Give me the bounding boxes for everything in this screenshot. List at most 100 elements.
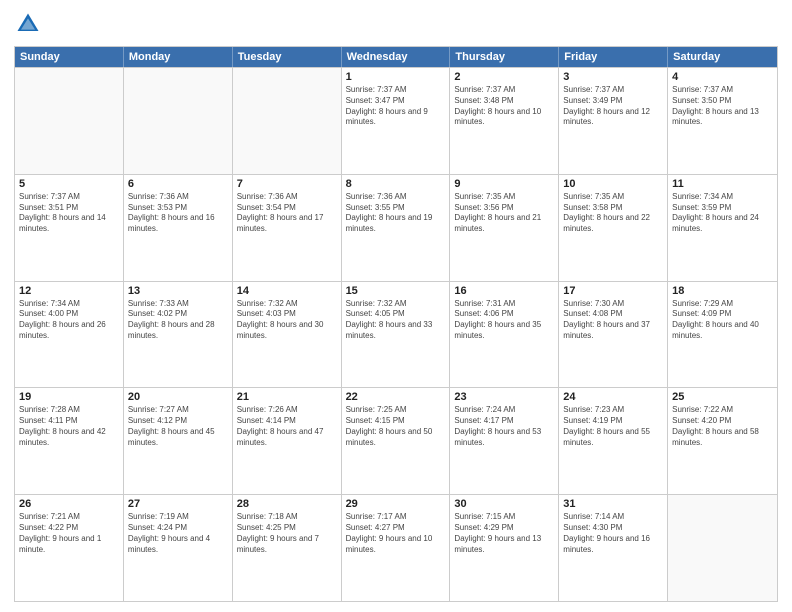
day-number: 13 xyxy=(128,285,228,297)
day-info: Sunrise: 7:32 AM Sunset: 4:05 PM Dayligh… xyxy=(346,299,446,342)
day-info: Sunrise: 7:15 AM Sunset: 4:29 PM Dayligh… xyxy=(454,512,554,555)
header-cell-monday: Monday xyxy=(124,47,233,67)
page: SundayMondayTuesdayWednesdayThursdayFrid… xyxy=(0,0,792,612)
header-cell-saturday: Saturday xyxy=(668,47,777,67)
empty-cell xyxy=(124,68,233,174)
day-cell-12: 12Sunrise: 7:34 AM Sunset: 4:00 PM Dayli… xyxy=(15,282,124,388)
day-number: 17 xyxy=(563,285,663,297)
day-cell-15: 15 Sunrise: 7:32 AM Sunset: 4:05 PM Dayli… xyxy=(342,282,451,388)
day-info: Sunrise: 7:23 AM Sunset: 4:19 PM Dayligh… xyxy=(563,405,663,448)
day-number: 24 xyxy=(563,391,663,403)
header xyxy=(14,10,778,38)
day-number: 20 xyxy=(128,391,228,403)
day-number: 25 xyxy=(672,391,773,403)
header-cell-sunday: Sunday xyxy=(15,47,124,67)
day-info: Sunrise: 7:32 AM Sunset: 4:03 PM Dayligh… xyxy=(237,299,337,342)
day-cell-17: 17 Sunrise: 7:30 AM Sunset: 4:08 PM Dayli… xyxy=(559,282,668,388)
day-number: 8 xyxy=(346,178,446,190)
day-info: Sunrise: 7:37 AM Sunset: 3:50 PM Dayligh… xyxy=(672,85,773,128)
day-info: Sunrise: 7:35 AM Sunset: 3:58 PM Dayligh… xyxy=(563,192,663,235)
day-number: 11 xyxy=(672,178,773,190)
day-cell-29: 29 Sunrise: 7:17 AM Sunset: 4:27 PM Dayli… xyxy=(342,495,451,601)
day-cell-24: 24 Sunrise: 7:23 AM Sunset: 4:19 PM Dayli… xyxy=(559,388,668,494)
header-cell-wednesday: Wednesday xyxy=(342,47,451,67)
day-cell-7: 7 Sunrise: 7:36 AM Sunset: 3:54 PM Daylig… xyxy=(233,175,342,281)
day-info: Sunrise: 7:18 AM Sunset: 4:25 PM Dayligh… xyxy=(237,512,337,555)
calendar-row-4: 26Sunrise: 7:21 AM Sunset: 4:22 PM Dayli… xyxy=(15,494,777,601)
logo-icon xyxy=(14,10,42,38)
day-cell-31: 31Sunrise: 7:14 AM Sunset: 4:30 PM Dayli… xyxy=(559,495,668,601)
day-info: Sunrise: 7:34 AM Sunset: 3:59 PM Dayligh… xyxy=(672,192,773,235)
calendar-row-0: 1 Sunrise: 7:37 AM Sunset: 3:47 PM Daylig… xyxy=(15,67,777,174)
day-cell-10: 10Sunrise: 7:35 AM Sunset: 3:58 PM Dayli… xyxy=(559,175,668,281)
header-cell-tuesday: Tuesday xyxy=(233,47,342,67)
day-info: Sunrise: 7:27 AM Sunset: 4:12 PM Dayligh… xyxy=(128,405,228,448)
day-number: 4 xyxy=(672,71,773,83)
day-cell-6: 6 Sunrise: 7:36 AM Sunset: 3:53 PM Daylig… xyxy=(124,175,233,281)
day-info: Sunrise: 7:37 AM Sunset: 3:51 PM Dayligh… xyxy=(19,192,119,235)
day-info: Sunrise: 7:30 AM Sunset: 4:08 PM Dayligh… xyxy=(563,299,663,342)
day-cell-1: 1 Sunrise: 7:37 AM Sunset: 3:47 PM Daylig… xyxy=(342,68,451,174)
day-info: Sunrise: 7:28 AM Sunset: 4:11 PM Dayligh… xyxy=(19,405,119,448)
day-info: Sunrise: 7:19 AM Sunset: 4:24 PM Dayligh… xyxy=(128,512,228,555)
day-number: 29 xyxy=(346,498,446,510)
day-number: 5 xyxy=(19,178,119,190)
day-cell-26: 26Sunrise: 7:21 AM Sunset: 4:22 PM Dayli… xyxy=(15,495,124,601)
day-cell-8: 8 Sunrise: 7:36 AM Sunset: 3:55 PM Daylig… xyxy=(342,175,451,281)
day-info: Sunrise: 7:36 AM Sunset: 3:54 PM Dayligh… xyxy=(237,192,337,235)
day-cell-30: 30Sunrise: 7:15 AM Sunset: 4:29 PM Dayli… xyxy=(450,495,559,601)
day-info: Sunrise: 7:33 AM Sunset: 4:02 PM Dayligh… xyxy=(128,299,228,342)
day-number: 1 xyxy=(346,71,446,83)
day-cell-27: 27 Sunrise: 7:19 AM Sunset: 4:24 PM Dayli… xyxy=(124,495,233,601)
day-number: 16 xyxy=(454,285,554,297)
day-number: 7 xyxy=(237,178,337,190)
day-cell-28: 28 Sunrise: 7:18 AM Sunset: 4:25 PM Dayli… xyxy=(233,495,342,601)
day-cell-20: 20 Sunrise: 7:27 AM Sunset: 4:12 PM Dayli… xyxy=(124,388,233,494)
empty-cell xyxy=(15,68,124,174)
day-cell-18: 18 Sunrise: 7:29 AM Sunset: 4:09 PM Dayli… xyxy=(668,282,777,388)
day-number: 15 xyxy=(346,285,446,297)
day-info: Sunrise: 7:37 AM Sunset: 3:49 PM Dayligh… xyxy=(563,85,663,128)
day-info: Sunrise: 7:31 AM Sunset: 4:06 PM Dayligh… xyxy=(454,299,554,342)
day-info: Sunrise: 7:24 AM Sunset: 4:17 PM Dayligh… xyxy=(454,405,554,448)
day-cell-16: 16 Sunrise: 7:31 AM Sunset: 4:06 PM Dayli… xyxy=(450,282,559,388)
day-cell-22: 22Sunrise: 7:25 AM Sunset: 4:15 PM Dayli… xyxy=(342,388,451,494)
calendar-body: 1 Sunrise: 7:37 AM Sunset: 3:47 PM Daylig… xyxy=(15,67,777,601)
day-cell-3: 3Sunrise: 7:37 AM Sunset: 3:49 PM Daylig… xyxy=(559,68,668,174)
day-cell-4: 4 Sunrise: 7:37 AM Sunset: 3:50 PM Daylig… xyxy=(668,68,777,174)
day-info: Sunrise: 7:37 AM Sunset: 3:48 PM Dayligh… xyxy=(454,85,554,128)
day-number: 27 xyxy=(128,498,228,510)
day-cell-13: 13 Sunrise: 7:33 AM Sunset: 4:02 PM Dayli… xyxy=(124,282,233,388)
day-info: Sunrise: 7:35 AM Sunset: 3:56 PM Dayligh… xyxy=(454,192,554,235)
empty-cell xyxy=(668,495,777,601)
calendar-header: SundayMondayTuesdayWednesdayThursdayFrid… xyxy=(15,47,777,67)
day-number: 6 xyxy=(128,178,228,190)
empty-cell xyxy=(233,68,342,174)
day-number: 31 xyxy=(563,498,663,510)
day-number: 9 xyxy=(454,178,554,190)
day-cell-21: 21Sunrise: 7:26 AM Sunset: 4:14 PM Dayli… xyxy=(233,388,342,494)
day-info: Sunrise: 7:36 AM Sunset: 3:55 PM Dayligh… xyxy=(346,192,446,235)
calendar: SundayMondayTuesdayWednesdayThursdayFrid… xyxy=(14,46,778,602)
day-info: Sunrise: 7:36 AM Sunset: 3:53 PM Dayligh… xyxy=(128,192,228,235)
day-cell-11: 11 Sunrise: 7:34 AM Sunset: 3:59 PM Dayli… xyxy=(668,175,777,281)
day-number: 12 xyxy=(19,285,119,297)
day-number: 14 xyxy=(237,285,337,297)
calendar-row-1: 5 Sunrise: 7:37 AM Sunset: 3:51 PM Daylig… xyxy=(15,174,777,281)
day-info: Sunrise: 7:26 AM Sunset: 4:14 PM Dayligh… xyxy=(237,405,337,448)
day-info: Sunrise: 7:17 AM Sunset: 4:27 PM Dayligh… xyxy=(346,512,446,555)
day-cell-19: 19Sunrise: 7:28 AM Sunset: 4:11 PM Dayli… xyxy=(15,388,124,494)
day-number: 23 xyxy=(454,391,554,403)
day-info: Sunrise: 7:37 AM Sunset: 3:47 PM Dayligh… xyxy=(346,85,446,128)
calendar-row-2: 12Sunrise: 7:34 AM Sunset: 4:00 PM Dayli… xyxy=(15,281,777,388)
day-cell-23: 23 Sunrise: 7:24 AM Sunset: 4:17 PM Dayli… xyxy=(450,388,559,494)
day-cell-5: 5 Sunrise: 7:37 AM Sunset: 3:51 PM Daylig… xyxy=(15,175,124,281)
day-info: Sunrise: 7:29 AM Sunset: 4:09 PM Dayligh… xyxy=(672,299,773,342)
day-number: 28 xyxy=(237,498,337,510)
day-number: 26 xyxy=(19,498,119,510)
header-cell-thursday: Thursday xyxy=(450,47,559,67)
day-info: Sunrise: 7:22 AM Sunset: 4:20 PM Dayligh… xyxy=(672,405,773,448)
day-cell-2: 2Sunrise: 7:37 AM Sunset: 3:48 PM Daylig… xyxy=(450,68,559,174)
day-cell-9: 9 Sunrise: 7:35 AM Sunset: 3:56 PM Daylig… xyxy=(450,175,559,281)
day-number: 18 xyxy=(672,285,773,297)
